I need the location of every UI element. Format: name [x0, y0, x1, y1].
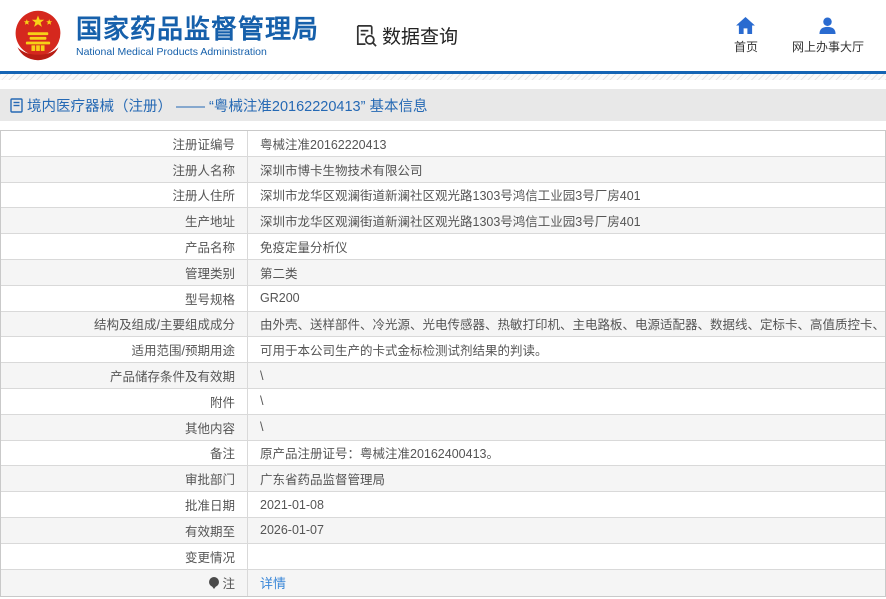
user-icon — [818, 17, 837, 34]
table-row: 管理类别第二类 — [1, 260, 885, 286]
table-row: 审批部门广东省药品监督管理局 — [1, 466, 885, 492]
row-value: 详情 — [248, 570, 885, 596]
row-label: 适用范围/预期用途 — [1, 337, 248, 362]
row-label: 批准日期 — [1, 492, 248, 517]
detail-link[interactable]: 详情 — [260, 573, 286, 592]
row-label: 管理类别 — [1, 260, 248, 285]
row-label: 审批部门 — [1, 466, 248, 491]
note-icon — [209, 576, 220, 589]
table-row: 注册人住所深圳市龙华区观澜街道新澜社区观光路1303号鸿信工业园3号厂房401 — [1, 183, 885, 209]
row-label: 其他内容 — [1, 415, 248, 440]
table-row: 生产地址深圳市龙华区观澜街道新澜社区观光路1303号鸿信工业园3号厂房401 — [1, 208, 885, 234]
row-label: 注 — [1, 570, 248, 596]
row-value: 由外壳、送样部件、冷光源、光电传感器、热敏打印机、主电路板、电源适配器、数据线、… — [248, 312, 885, 337]
data-query-label: 数据查询 — [382, 22, 458, 49]
page-title: 境内医疗器械（注册） —— “粤械注准20162220413” 基本信息 — [27, 95, 427, 116]
row-value: \ — [248, 363, 885, 388]
row-label: 变更情况 — [1, 544, 248, 569]
table-row: 变更情况 — [1, 544, 885, 570]
logo-text: 国家药品监督管理局 National Medical Products Admi… — [76, 14, 319, 58]
row-value: 可用于本公司生产的卡式金标检测试剂结果的判读。 — [248, 337, 885, 362]
nav-service-hall-label: 网上办事大厅 — [792, 38, 864, 55]
nav-home[interactable]: 首页 — [734, 17, 758, 55]
row-value: GR200 — [248, 286, 885, 311]
data-query-tab[interactable]: 数据查询 — [353, 22, 458, 49]
row-value: 2021-01-08 — [248, 492, 885, 517]
top-nav: 首页 网上办事大厅 — [734, 17, 864, 55]
table-row: 批准日期2021-01-08 — [1, 492, 885, 518]
national-emblem-icon — [10, 8, 66, 64]
document-icon — [10, 98, 23, 113]
home-icon — [736, 17, 755, 34]
info-table: 注册证编号粤械注准20162220413注册人名称深圳市博卡生物技术有限公司注册… — [0, 130, 886, 597]
row-label: 附件 — [1, 389, 248, 414]
row-label: 产品储存条件及有效期 — [1, 363, 248, 388]
row-value: 2026-01-07 — [248, 518, 885, 543]
table-row: 型号规格GR200 — [1, 286, 885, 312]
row-label: 有效期至 — [1, 518, 248, 543]
table-row: 其他内容\ — [1, 415, 885, 441]
table-row: 注册人名称深圳市博卡生物技术有限公司 — [1, 157, 885, 183]
row-label: 型号规格 — [1, 286, 248, 311]
table-row: 产品储存条件及有效期\ — [1, 363, 885, 389]
row-value: 深圳市龙华区观澜街道新澜社区观光路1303号鸿信工业园3号厂房401 — [248, 183, 885, 208]
nav-service-hall[interactable]: 网上办事大厅 — [792, 17, 864, 55]
row-value: 深圳市博卡生物技术有限公司 — [248, 157, 885, 182]
table-row: 产品名称免疫定量分析仪 — [1, 234, 885, 260]
hatch-strip — [0, 74, 886, 80]
table-row: 有效期至2026-01-07 — [1, 518, 885, 544]
row-value: 粤械注准20162220413 — [248, 131, 885, 156]
row-value: 免疫定量分析仪 — [248, 234, 885, 259]
table-row: 注详情 — [1, 570, 885, 596]
row-value — [248, 544, 885, 569]
page-header: 国家药品监督管理局 National Medical Products Admi… — [0, 0, 886, 71]
row-value: 广东省药品监督管理局 — [248, 466, 885, 491]
nav-home-label: 首页 — [734, 38, 758, 55]
table-row: 结构及组成/主要组成成分由外壳、送样部件、冷光源、光电传感器、热敏打印机、主电路… — [1, 312, 885, 338]
row-label: 生产地址 — [1, 208, 248, 233]
row-label: 备注 — [1, 441, 248, 466]
table-row: 备注原产品注册证号：粤械注准20162400413。 — [1, 441, 885, 467]
row-label: 产品名称 — [1, 234, 248, 259]
nmpa-logo[interactable]: 国家药品监督管理局 National Medical Products Admi… — [10, 8, 319, 64]
row-label: 注册人名称 — [1, 157, 248, 182]
site-title: 国家药品监督管理局 — [76, 14, 319, 44]
table-row: 适用范围/预期用途可用于本公司生产的卡式金标检测试剂结果的判读。 — [1, 337, 885, 363]
site-subtitle: National Medical Products Administration — [76, 46, 319, 58]
row-value: 原产品注册证号：粤械注准20162400413。 — [248, 441, 885, 466]
row-label: 注册人住所 — [1, 183, 248, 208]
row-label: 结构及组成/主要组成成分 — [1, 312, 248, 337]
table-row: 注册证编号粤械注准20162220413 — [1, 131, 885, 157]
table-row: 附件\ — [1, 389, 885, 415]
row-label: 注册证编号 — [1, 131, 248, 156]
row-value: \ — [248, 415, 885, 440]
row-value: \ — [248, 389, 885, 414]
row-value: 深圳市龙华区观澜街道新澜社区观光路1303号鸿信工业园3号厂房401 — [248, 208, 885, 233]
data-query-icon — [353, 23, 378, 48]
row-value: 第二类 — [248, 260, 885, 285]
breadcrumb: 境内医疗器械（注册） —— “粤械注准20162220413” 基本信息 — [0, 89, 886, 121]
